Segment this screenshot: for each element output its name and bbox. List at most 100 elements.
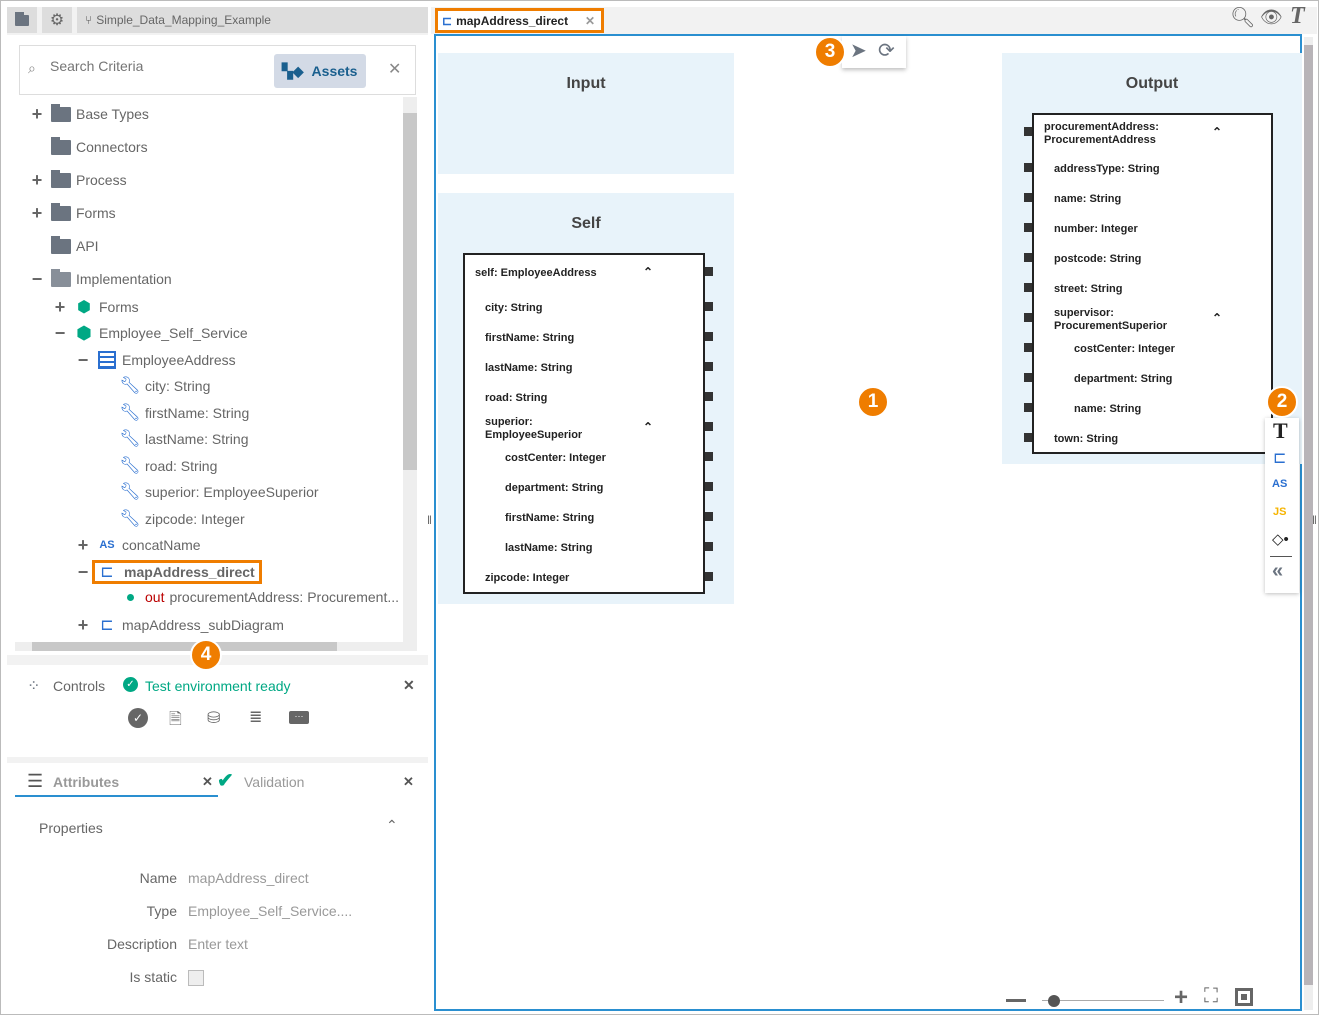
structure-field[interactable]: addressType: String [1054, 163, 1160, 176]
search-icon[interactable]: 🔍︎ [1230, 5, 1255, 30]
refresh-icon[interactable]: ⟳ [878, 38, 895, 63]
tree-item[interactable]: + Process [29, 169, 127, 191]
structure-field[interactable]: superior: EmployeeSuperior [485, 416, 582, 442]
expand-toggle[interactable]: − [29, 269, 45, 290]
structure-field[interactable]: costCenter: Integer [505, 452, 606, 465]
structure-field[interactable]: procurementAddress: ProcurementAddress [1044, 121, 1159, 147]
tree-item[interactable]: 🔧︎ lastName: String [98, 428, 248, 450]
project-tab[interactable]: ⑂ Simple_Data_Mapping_Example [77, 7, 428, 33]
connection-port[interactable] [1024, 373, 1032, 382]
connection-port[interactable] [1024, 127, 1032, 136]
structure-field[interactable]: supervisor: ProcurementSuperior [1054, 307, 1167, 333]
folder-button[interactable] [7, 7, 37, 33]
connection-port[interactable] [1024, 343, 1032, 352]
connection-port[interactable] [1024, 193, 1032, 202]
structure-field[interactable]: city: String [485, 302, 542, 315]
connection-port[interactable] [1024, 313, 1032, 322]
tree-item[interactable]: 🔧︎ road: String [98, 455, 217, 477]
mapping-tool-icon[interactable]: ⊏ [1273, 448, 1286, 468]
expand-toggle[interactable]: − [75, 562, 91, 583]
tree-item[interactable]: − ⊏ mapAddress_direct [75, 560, 262, 584]
connection-port[interactable] [705, 542, 713, 551]
editor-tab-mapaddress-direct[interactable]: ⊏ mapAddress_direct ✕ [435, 8, 604, 33]
inspect-document-button[interactable]: 🗎 [169, 708, 182, 735]
tree-item[interactable]: − Implementation [29, 268, 172, 290]
connection-port[interactable] [705, 422, 713, 431]
text-format-icon[interactable]: T [1290, 3, 1305, 30]
close-tab-button[interactable]: ✕ [585, 14, 595, 28]
field-value[interactable]: Employee_Self_Service.... [188, 903, 352, 919]
is-static-checkbox[interactable] [188, 970, 204, 986]
tree-item[interactable]: 🔧︎ firstName: String [98, 402, 249, 424]
connection-port[interactable] [705, 482, 713, 491]
structure-field[interactable]: name: String [1054, 193, 1121, 206]
connection-port[interactable] [1024, 163, 1032, 172]
tree-item[interactable]: 🔧︎ city: String [98, 375, 210, 397]
connection-port[interactable] [705, 362, 713, 371]
tab-validation[interactable]: Validation [244, 774, 304, 790]
structure-field[interactable]: town: String [1054, 433, 1118, 446]
fullscreen-icon[interactable] [1235, 988, 1253, 1006]
connection-port[interactable] [705, 267, 713, 276]
connection-port[interactable] [705, 302, 713, 311]
expand-toggle[interactable]: + [29, 170, 45, 191]
checklist-button[interactable]: ≣ [249, 707, 262, 727]
mapping-canvas[interactable]: Input Self Output self: EmployeeAddress ⌃… [434, 34, 1302, 1011]
expand-toggle[interactable]: + [75, 615, 91, 636]
text-tool-icon[interactable]: T [1273, 418, 1288, 444]
close-controls-button[interactable]: ✕ [403, 677, 415, 694]
structure-field[interactable]: zipcode: Integer [485, 572, 569, 585]
database-button[interactable]: ⛁ [207, 708, 220, 728]
decision-tool-icon[interactable]: ◇• [1272, 530, 1289, 548]
self-structure-box[interactable]: self: EmployeeAddress ⌃ city: String firstN… [463, 253, 713, 594]
structure-field[interactable]: firstName: String [485, 332, 574, 345]
tree-item[interactable]: − ⬢ Employee_Self_Service [52, 322, 248, 344]
tree-item[interactable]: + AS concatName [75, 534, 201, 556]
field-value[interactable]: Enter text [188, 936, 248, 952]
structure-field[interactable]: self: EmployeeAddress [475, 267, 597, 280]
zoom-out-button[interactable] [1006, 999, 1026, 1002]
expand-toggle[interactable]: + [29, 203, 45, 224]
structure-field[interactable]: name: String [1074, 403, 1141, 416]
tree-item[interactable]: + ⬢ Forms [52, 296, 139, 318]
js-script-icon[interactable]: JS [1273, 506, 1286, 518]
tree-vertical-scrollbar[interactable] [403, 97, 417, 642]
structure-field[interactable]: lastName: String [505, 542, 592, 555]
connection-port[interactable] [1024, 223, 1032, 232]
collapse-palette-icon[interactable]: « [1272, 560, 1283, 583]
validate-button[interactable]: ✓ [128, 708, 148, 728]
output-structure-box[interactable]: procurementAddress: ProcurementAddress ⌃ a… [1024, 113, 1273, 454]
more-button[interactable]: ··· [289, 711, 309, 724]
tree-item[interactable]: API [29, 235, 99, 257]
expand-toggle[interactable]: + [75, 535, 91, 556]
expand-toggle[interactable]: − [52, 323, 68, 344]
structure-field[interactable]: department: String [1074, 373, 1172, 386]
connection-port[interactable] [705, 512, 713, 521]
connection-port[interactable] [705, 572, 713, 581]
tree-item[interactable]: − EmployeeAddress [75, 349, 236, 371]
connection-port[interactable] [705, 392, 713, 401]
collapse-caret-icon[interactable]: ⌃ [643, 265, 653, 279]
connection-port[interactable] [705, 332, 713, 341]
structure-field[interactable]: postcode: String [1054, 253, 1141, 266]
structure-field[interactable]: number: Integer [1054, 223, 1138, 236]
collapse-caret-icon[interactable]: ⌃ [1212, 125, 1222, 139]
tree-item[interactable]: + Forms [29, 202, 116, 224]
structure-field[interactable]: firstName: String [505, 512, 594, 525]
tree-item[interactable]: + ⊏ mapAddress_subDiagram [75, 614, 284, 636]
navigate-icon[interactable]: ➤ [850, 38, 867, 63]
field-value[interactable]: mapAddress_direct [188, 870, 309, 886]
fit-screen-icon[interactable]: ⛶ [1204, 985, 1218, 1008]
connection-port[interactable] [1024, 253, 1032, 262]
tab-attributes[interactable]: Attributes [53, 774, 119, 790]
tree-item[interactable]: Connectors [29, 136, 148, 158]
clear-search-button[interactable]: ✕ [388, 59, 401, 79]
tree-item[interactable]: 🔧︎ superior: EmployeeSuperior [98, 481, 318, 503]
scrollbar-thumb[interactable] [32, 642, 337, 651]
splitter-handle[interactable]: ‖ [427, 513, 432, 527]
eye-icon[interactable]: 👁︎ [1260, 7, 1283, 28]
expand-toggle[interactable]: + [52, 297, 68, 318]
tree-item[interactable]: out procurementAddress: Procurement... [98, 586, 399, 608]
close-attributes-tab[interactable]: ✕ [202, 774, 213, 790]
as-script-icon[interactable]: AS [1272, 478, 1287, 490]
